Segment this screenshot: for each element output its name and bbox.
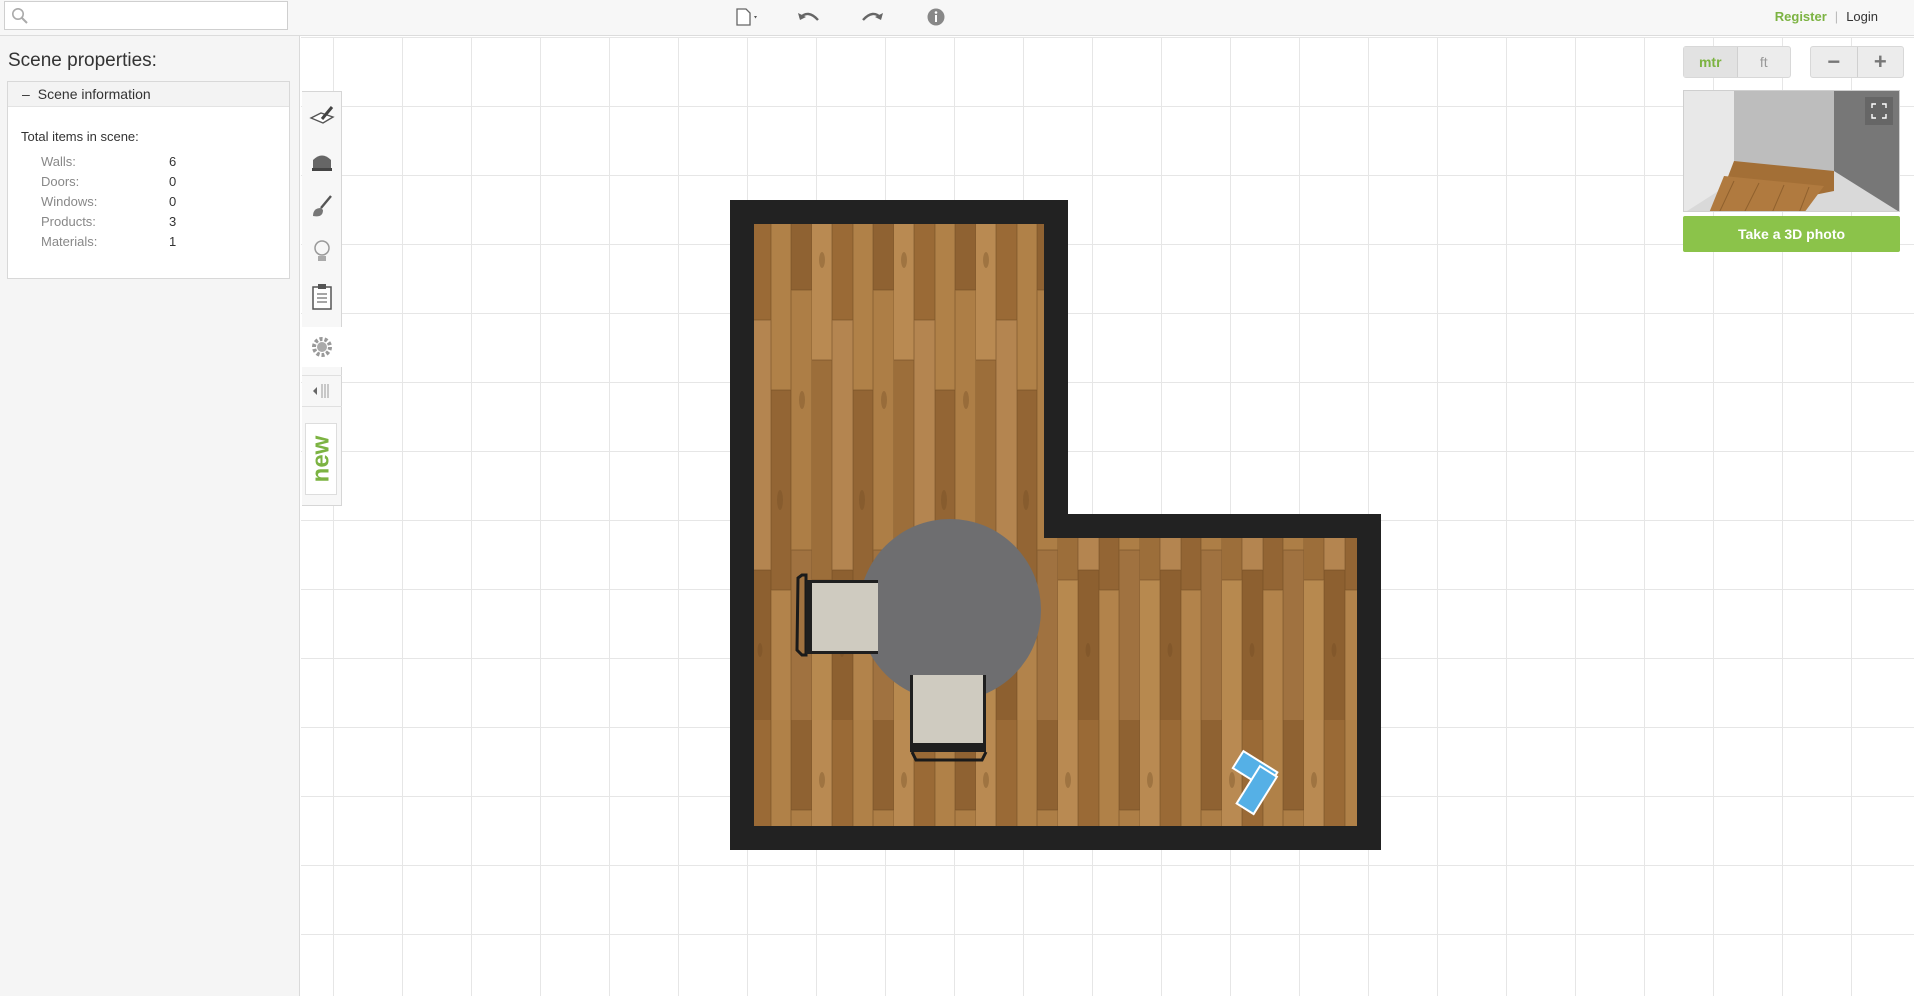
panel-title: Scene properties: (8, 50, 157, 71)
zoom-out-button[interactable]: − (1811, 47, 1858, 77)
new-label: new (307, 435, 334, 483)
take-3d-photo-button[interactable]: Take a 3D photo (1683, 216, 1900, 252)
new-document-icon[interactable] (733, 6, 761, 28)
undo-icon[interactable] (795, 6, 823, 28)
floor-plan[interactable] (730, 200, 1381, 850)
login-link[interactable]: Login (1846, 9, 1878, 24)
draw-walls-icon[interactable] (302, 97, 342, 137)
stat-value: 0 (169, 194, 177, 209)
tool-strip: new (302, 91, 342, 506)
chair-product[interactable] (910, 675, 988, 762)
stat-key: Doors: (41, 174, 80, 189)
scene-information-label: Scene information (37, 86, 151, 102)
clipboard-icon[interactable] (302, 277, 342, 317)
search-field[interactable] (4, 1, 288, 30)
unit-metric-button[interactable]: mtr (1684, 47, 1738, 77)
zoom-in-button[interactable]: + (1858, 47, 1904, 77)
stat-key: Products: (41, 214, 96, 229)
help-icon[interactable] (922, 6, 950, 28)
unit-toggle: mtr ft (1683, 46, 1791, 78)
scene-properties-panel: Scene properties: – Scene information Tot… (0, 36, 300, 996)
new-feature-badge[interactable]: new (305, 423, 337, 495)
stat-key: Walls: (41, 154, 76, 169)
search-input[interactable] (33, 5, 285, 28)
3d-preview[interactable] (1683, 90, 1900, 212)
stat-key: Windows: (41, 194, 98, 209)
chair-product[interactable] (795, 573, 878, 657)
stat-key: Materials: (41, 234, 98, 249)
stat-value: 6 (169, 154, 177, 169)
zoom-controls: − + (1810, 46, 1904, 78)
settings-gear-icon[interactable] (302, 327, 342, 367)
scene-information-header[interactable]: – Scene information (8, 82, 289, 107)
round-rug (859, 519, 1041, 701)
stat-value: 1 (169, 234, 177, 249)
unit-imperial-button[interactable]: ft (1738, 47, 1791, 77)
collapse-toolbar-handle[interactable] (302, 375, 342, 407)
total-items-label: Total items in scene: (21, 129, 139, 144)
auth-separator: | (1834, 9, 1839, 24)
stat-value: 0 (169, 174, 177, 189)
paint-brush-icon[interactable] (302, 187, 342, 227)
fullscreen-icon[interactable] (1865, 97, 1893, 125)
furniture-icon[interactable] (302, 142, 342, 182)
scene-information-box: – Scene information Total items in scene:… (7, 81, 290, 279)
auth-links: Register | Login (1775, 9, 1878, 24)
stat-value: 3 (169, 214, 177, 229)
redo-icon[interactable] (858, 6, 886, 28)
search-icon (11, 7, 29, 30)
top-toolbar: Register | Login (0, 0, 1914, 36)
register-link[interactable]: Register (1775, 9, 1827, 24)
collapse-icon[interactable]: – (22, 86, 30, 102)
light-bulb-icon[interactable] (302, 232, 342, 272)
